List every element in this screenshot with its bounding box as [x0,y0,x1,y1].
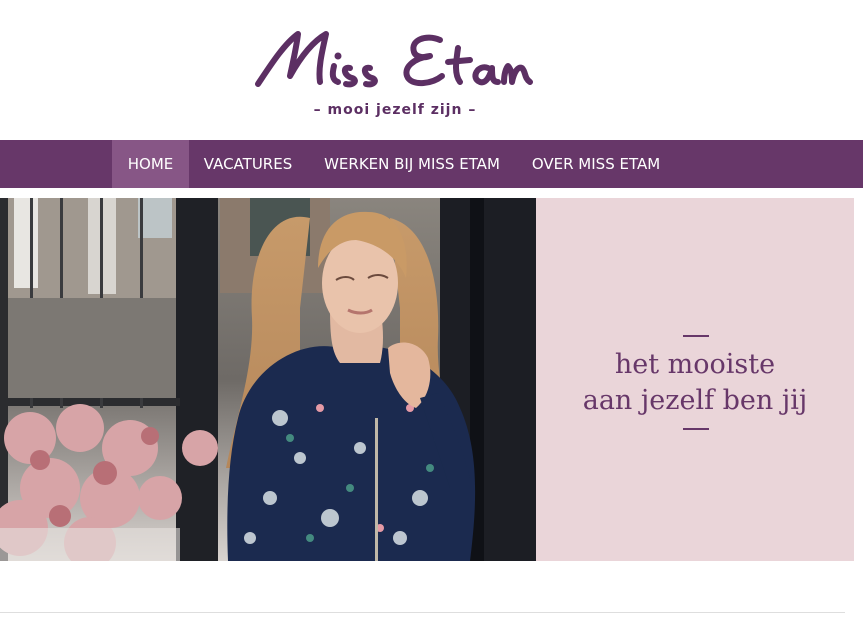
nav-item-werken-bij-miss-etam[interactable]: WERKEN BIJ MISS ETAM [307,140,517,188]
nav-item-vacatures[interactable]: VACATURES [189,140,307,188]
nav-item-over-miss-etam[interactable]: OVER MISS ETAM [517,140,675,188]
slogan-line-1: het mooiste [614,349,776,380]
nav-item-home[interactable]: HOME [112,140,189,188]
logo-tagline: – mooi jezelf zijn – [313,102,477,118]
slogan-panel: het mooiste aan jezelf ben jij [536,198,854,561]
hero-banner: het mooiste aan jezelf ben jij [0,198,854,561]
main-navigation: HOME VACATURES WERKEN BIJ MISS ETAM OVER… [0,140,863,188]
slogan-line-2: aan jezelf ben jij [582,385,808,416]
slogan-bottom-dash [683,428,709,430]
hero-photo [0,198,536,561]
miss-etam-logo[interactable] [250,26,540,96]
site-header: – mooi jezelf zijn – [0,0,863,140]
slogan-top-dash [683,335,709,337]
section-divider [0,612,845,613]
